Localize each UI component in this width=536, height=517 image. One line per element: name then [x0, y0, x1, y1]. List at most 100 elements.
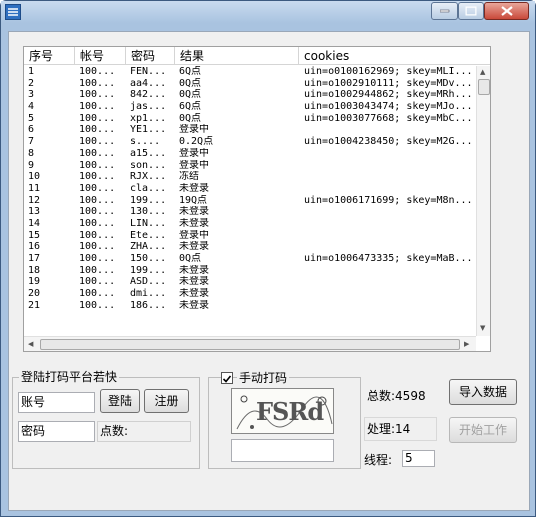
- row-account: 100...: [79, 124, 116, 136]
- title-bar[interactable]: [1, 1, 535, 23]
- row-password: a15...: [130, 147, 167, 159]
- row-password: RJX...: [130, 171, 167, 183]
- row-result: 未登录: [179, 217, 209, 229]
- processed-count: 处理:14: [367, 422, 411, 436]
- table-row[interactable]: 9 100... son... 登录中: [24, 160, 476, 172]
- login-group: 登陆打码平台若快 账号 登陆 注册 密码 点数:: [12, 370, 200, 469]
- table-row[interactable]: 15 100... Ete... 登录中: [24, 230, 476, 242]
- table-row[interactable]: 19 100... ASD... 未登录: [24, 276, 476, 288]
- row-cookies: [304, 300, 476, 312]
- table-row[interactable]: 10 100... RJX... 冻结: [24, 171, 476, 183]
- result-list[interactable]: 序号 帐号 密码 结果 cookies 1 100... FEN... 6Q点 uin=…: [23, 46, 491, 352]
- row-index: 6: [28, 124, 35, 136]
- table-row[interactable]: 11 100... cla... 未登录: [24, 183, 476, 195]
- column-header-account[interactable]: 帐号: [75, 47, 126, 65]
- captcha-input[interactable]: [231, 439, 334, 462]
- table-row[interactable]: 2 100... aa4... 0Q点 uin=o1002910111; skey=MD…: [24, 78, 476, 90]
- table-row[interactable]: 17 100... 150... 0Q点 uin=o1006473335; skey=M…: [24, 253, 476, 265]
- scroll-right-arrow-icon[interactable]: ▶: [464, 340, 469, 348]
- vertical-scroll-thumb[interactable]: [478, 79, 490, 95]
- column-header-index[interactable]: 序号: [24, 47, 75, 65]
- row-cookies: [304, 241, 476, 253]
- row-result: 登录中: [179, 229, 209, 241]
- row-password: dmi...: [130, 288, 167, 300]
- row-cookies: [304, 206, 476, 218]
- row-password: Ete...: [130, 229, 167, 241]
- row-cookies: [304, 183, 476, 195]
- horizontal-scroll-thumb[interactable]: [40, 339, 460, 350]
- row-account: 100...: [79, 276, 116, 288]
- table-row[interactable]: 20 100... dmi... 未登录: [24, 288, 476, 300]
- row-index: 3: [28, 89, 35, 101]
- row-cookies: uin=o1006473335; skey=MaB...: [304, 253, 473, 264]
- manual-captcha-label: 手动打码: [237, 370, 290, 386]
- table-row[interactable]: 13 100... 130... 未登录: [24, 206, 476, 218]
- row-account: 100...: [79, 112, 116, 124]
- table-row[interactable]: 12 100... 199... 19Q点 uin=o1006171699; skey=…: [24, 195, 476, 207]
- row-password: 130...: [130, 206, 167, 218]
- table-row[interactable]: 16 100... ZHA... 未登录: [24, 241, 476, 253]
- row-cookies: uin=o1002910111; skey=MDv...: [304, 77, 473, 89]
- row-index: 12: [28, 194, 41, 206]
- minimize-button[interactable]: [431, 2, 458, 20]
- table-row[interactable]: 18 100... 199... 未登录: [24, 265, 476, 277]
- scroll-left-arrow-icon[interactable]: ◀: [28, 340, 33, 348]
- points-display: 点数:: [97, 421, 191, 442]
- row-account: 100...: [79, 253, 116, 264]
- row-password: LIN...: [130, 217, 167, 229]
- row-password: YE1...: [130, 124, 167, 136]
- row-account: 100...: [79, 241, 116, 253]
- threads-input[interactable]: 5: [402, 450, 435, 467]
- row-index: 9: [28, 159, 35, 171]
- row-cookies: uin=o1002944862; skey=MRh...: [304, 89, 473, 101]
- column-header-result[interactable]: 结果: [175, 47, 299, 65]
- table-row[interactable]: 3 100... 842... 0Q点 uin=o1002944862; skey=MR…: [24, 89, 476, 101]
- import-data-button[interactable]: 导入数据: [449, 379, 517, 405]
- table-row[interactable]: 21 100... 186... 未登录: [24, 300, 476, 312]
- row-result: 0Q点: [179, 77, 202, 89]
- captcha-group: 手动打码 FSRd: [208, 370, 361, 469]
- manual-captcha-checkbox[interactable]: [221, 372, 233, 384]
- login-group-title: 登陆打码平台若快: [19, 370, 120, 384]
- scroll-up-arrow-icon[interactable]: ▲: [480, 68, 485, 76]
- vertical-scrollbar[interactable]: ▲ ▼: [476, 66, 490, 336]
- row-result: 登录中: [179, 159, 209, 171]
- maximize-button[interactable]: [458, 2, 484, 20]
- column-header-cookies[interactable]: cookies: [299, 47, 490, 65]
- table-row[interactable]: 14 100... LIN... 未登录: [24, 218, 476, 230]
- row-cookies: uin=o1003043474; skey=MJo...: [304, 101, 473, 113]
- table-row[interactable]: 4 100... jas... 6Q点 uin=o1003043474; skey=MJ…: [24, 101, 476, 113]
- row-index: 20: [28, 288, 41, 300]
- column-header-password[interactable]: 密码: [126, 47, 175, 65]
- row-account: 100...: [79, 194, 116, 206]
- close-button[interactable]: [484, 2, 529, 20]
- row-password: son...: [130, 159, 167, 171]
- row-password: ZHA...: [130, 241, 167, 253]
- start-work-button[interactable]: 开始工作: [449, 417, 517, 443]
- table-row[interactable]: 1 100... FEN... 6Q点 uin=o0100162969; skey=ML…: [24, 66, 476, 78]
- register-button[interactable]: 注册: [144, 389, 189, 413]
- table-row[interactable]: 6 100... YE1... 登录中: [24, 124, 476, 136]
- row-index: 13: [28, 206, 41, 218]
- row-index: 16: [28, 241, 41, 253]
- row-result: 0Q点: [179, 112, 202, 124]
- row-result: 登录中: [179, 124, 209, 136]
- table-row[interactable]: 8 100... a15... 登录中: [24, 148, 476, 160]
- horizontal-scrollbar[interactable]: ◀ ▶: [24, 336, 476, 351]
- table-row[interactable]: 7 100... s.... 0.2Q点 uin=o1004238450; skey=M…: [24, 136, 476, 148]
- app-icon: [5, 4, 21, 20]
- scroll-down-arrow-icon[interactable]: ▼: [480, 324, 485, 332]
- row-account: 100...: [79, 182, 116, 194]
- row-cookies: uin=o1003077668; skey=MbC...: [304, 112, 473, 124]
- account-input[interactable]: 账号: [18, 392, 95, 413]
- row-password: jas...: [130, 101, 167, 113]
- password-input[interactable]: 密码: [18, 421, 95, 442]
- row-account: 100...: [79, 229, 116, 241]
- row-password: 199...: [130, 264, 167, 276]
- login-button[interactable]: 登陆: [100, 389, 140, 413]
- table-row[interactable]: 5 100... xp1... 0Q点 uin=o1003077668; skey=Mb…: [24, 113, 476, 125]
- row-password: aa4...: [130, 77, 167, 89]
- password-label: 密码: [21, 424, 46, 438]
- row-account: 100...: [79, 217, 116, 229]
- row-password: 186...: [130, 299, 167, 311]
